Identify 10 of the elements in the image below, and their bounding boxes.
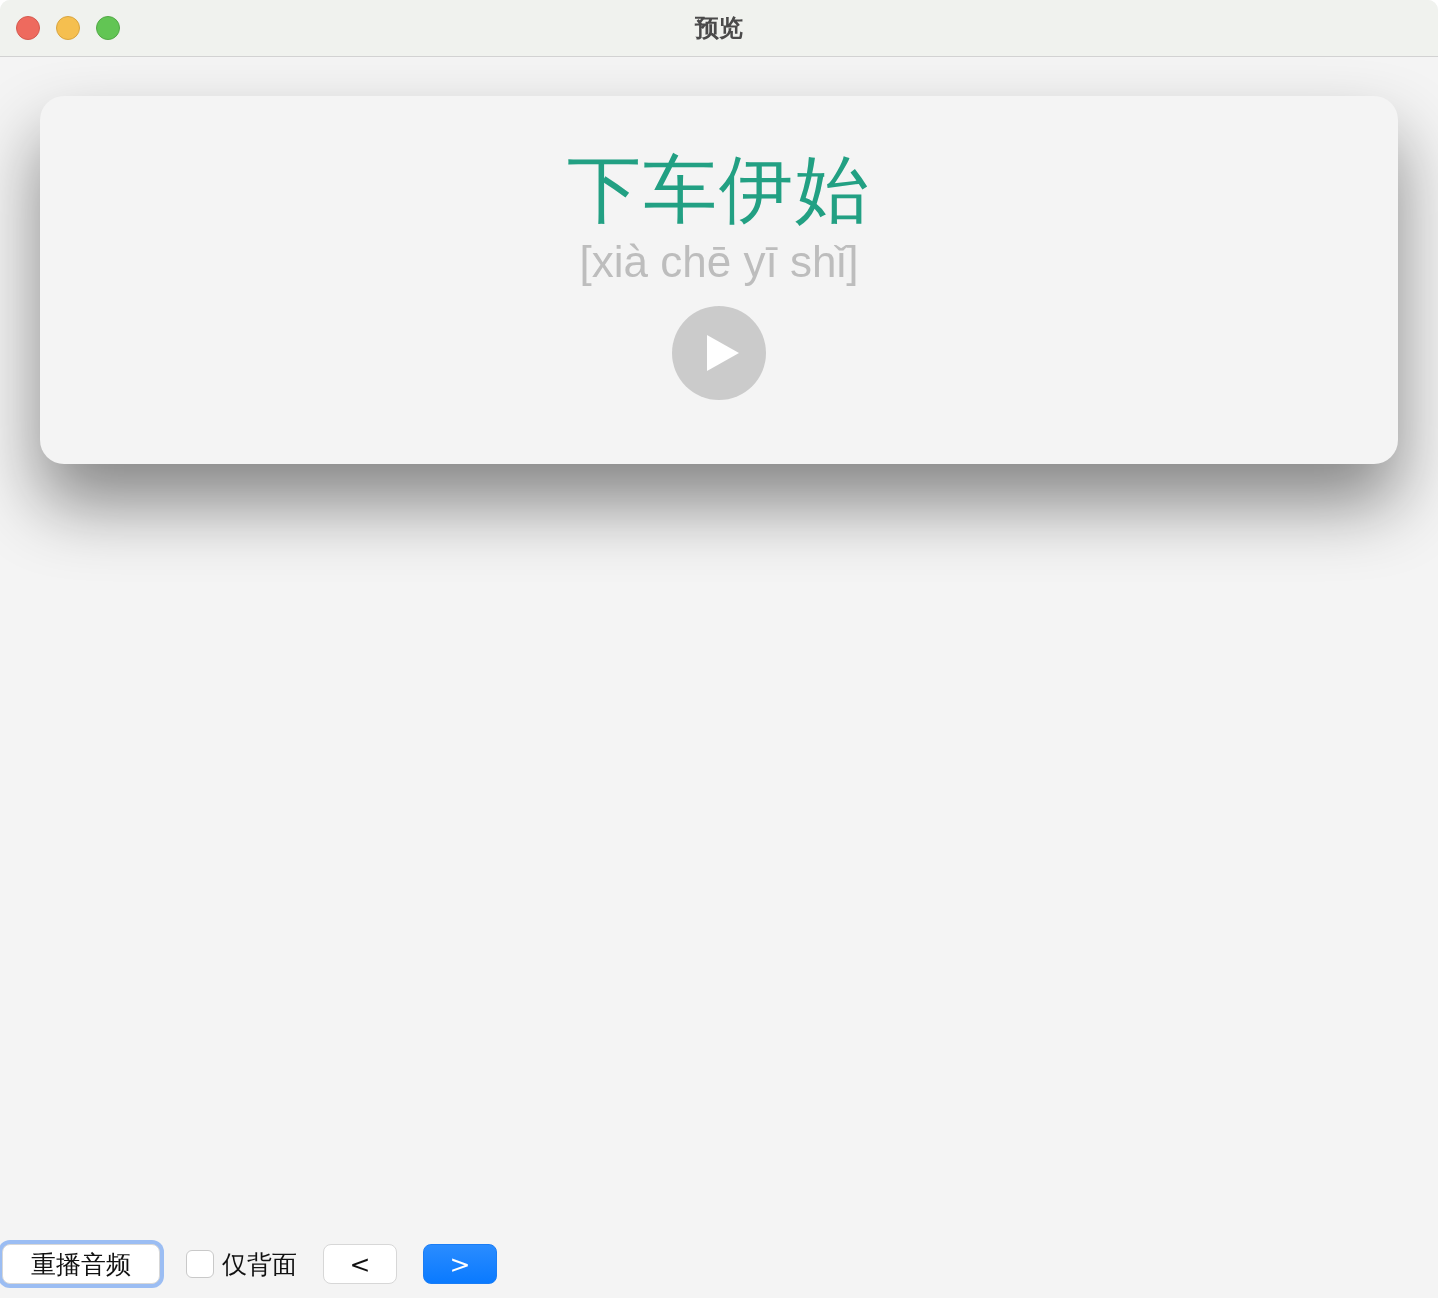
button[interactable]: < xyxy=(323,1244,397,1284)
checkbox[interactable] xyxy=(186,1250,214,1278)
checkbox-label: 仅背面 xyxy=(222,1248,297,1281)
zoom-button[interactable] xyxy=(96,16,120,40)
window-title: 预览 xyxy=(695,13,743,44)
play-icon xyxy=(705,333,741,373)
chinese-word: 下车伊始 xyxy=(567,145,871,234)
button[interactable]: > xyxy=(423,1244,497,1284)
minimize-button[interactable] xyxy=(56,16,80,40)
close-button[interactable] xyxy=(16,16,40,40)
